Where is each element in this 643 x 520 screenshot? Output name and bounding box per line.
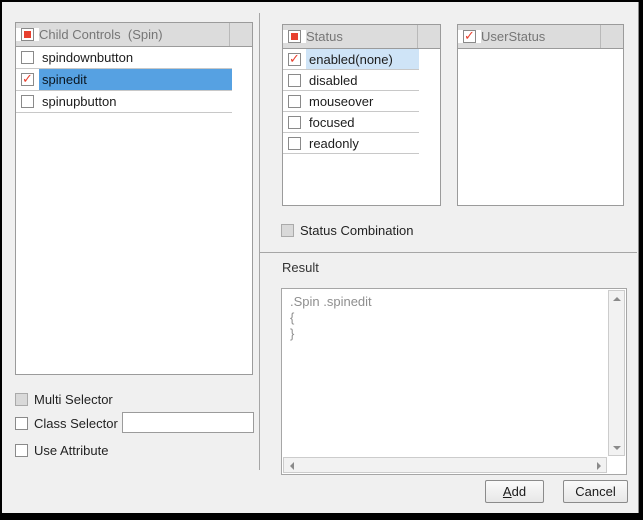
scrollbar-up-button[interactable]	[609, 291, 624, 306]
section-divider-vertical	[259, 13, 260, 470]
child-controls-title: Child Controls (Spin)	[39, 27, 163, 42]
scroll-right-icon	[597, 462, 601, 470]
checkbox-unchecked-icon[interactable]	[288, 137, 301, 150]
list-item-spinupbutton[interactable]: spinupbutton	[16, 91, 232, 113]
userstatus-title: UserStatus	[481, 29, 545, 44]
result-label: Result	[282, 260, 319, 275]
status-header[interactable]: Status	[283, 25, 440, 49]
checkbox-disabled-icon	[281, 224, 294, 237]
checkbox-disabled-icon	[15, 393, 28, 406]
checkbox-cell	[283, 133, 306, 153]
cancel-button-label: Cancel	[575, 484, 615, 499]
header-divider	[417, 25, 418, 48]
use-attribute-label: Use Attribute	[34, 443, 108, 458]
checkbox-cell	[283, 91, 306, 111]
list-item-label: spinedit	[39, 69, 232, 90]
list-item-label: focused	[306, 112, 419, 132]
result-output-box[interactable]: .Spin .spinedit { }	[281, 288, 627, 475]
list-item-mouseover[interactable]: mouseover	[283, 91, 419, 112]
scroll-up-icon	[613, 297, 621, 301]
section-divider-horizontal	[259, 252, 637, 253]
class-selector-label: Class Selector	[34, 416, 118, 431]
add-button-label: Add	[503, 484, 526, 499]
child-controls-list: Child Controls (Spin) spindownbutton spi…	[15, 22, 253, 375]
scrollbar-left-button[interactable]	[284, 458, 299, 473]
header-divider	[229, 23, 230, 46]
checkbox-indeterminate-icon[interactable]	[288, 30, 301, 43]
status-combination-option[interactable]: Status Combination	[281, 223, 413, 238]
cancel-button[interactable]: Cancel	[563, 480, 628, 503]
checkbox-cell	[283, 70, 306, 90]
checkbox-cell	[283, 49, 306, 69]
status-header-checkbox-cell	[283, 30, 306, 43]
list-item-disabled[interactable]: disabled	[283, 70, 419, 91]
multi-selector-option[interactable]: Multi Selector	[15, 392, 113, 407]
checkbox-cell	[16, 47, 39, 68]
list-item-label: spinupbutton	[39, 91, 232, 112]
list-item-label: spindownbutton	[39, 47, 232, 68]
child-controls-header-checkbox-cell	[16, 28, 39, 41]
list-item-focused[interactable]: focused	[283, 112, 419, 133]
list-item-label: enabled(none)	[306, 49, 419, 69]
list-item-label: mouseover	[306, 91, 419, 111]
result-css-text: .Spin .spinedit { }	[282, 289, 607, 456]
result-horizontal-scrollbar[interactable]	[283, 457, 607, 473]
checkbox-unchecked-icon[interactable]	[21, 95, 34, 108]
checkbox-checked-icon[interactable]	[463, 30, 476, 43]
child-controls-header[interactable]: Child Controls (Spin)	[16, 23, 252, 47]
list-item-spinedit[interactable]: spinedit	[16, 69, 232, 91]
userstatus-list: UserStatus	[457, 24, 624, 206]
status-title: Status	[306, 29, 343, 44]
checkbox-cell	[16, 69, 39, 90]
checkbox-unchecked-icon[interactable]	[288, 95, 301, 108]
checkbox-unchecked-icon[interactable]	[288, 116, 301, 129]
class-selector-input[interactable]	[122, 412, 254, 433]
checkbox-unchecked-icon[interactable]	[15, 417, 28, 430]
list-item-enabled-none[interactable]: enabled(none)	[283, 49, 419, 70]
checkbox-checked-icon[interactable]	[21, 73, 34, 86]
header-divider	[600, 25, 601, 48]
list-item-label: disabled	[306, 70, 419, 90]
selector-builder-dialog: Child Controls (Spin) spindownbutton spi…	[2, 2, 639, 513]
checkbox-unchecked-icon[interactable]	[288, 74, 301, 87]
userstatus-header-checkbox-cell	[458, 30, 481, 43]
dialog-window: Child Controls (Spin) spindownbutton spi…	[0, 0, 643, 520]
result-vertical-scrollbar[interactable]	[608, 290, 625, 456]
use-attribute-option[interactable]: Use Attribute	[15, 443, 108, 458]
checkbox-checked-icon[interactable]	[288, 53, 301, 66]
checkbox-indeterminate-icon[interactable]	[21, 28, 34, 41]
list-item-readonly[interactable]: readonly	[283, 133, 419, 154]
userstatus-header[interactable]: UserStatus	[458, 25, 623, 49]
status-combination-label: Status Combination	[300, 223, 413, 238]
checkbox-cell	[16, 91, 39, 112]
add-button[interactable]: Add	[485, 480, 544, 503]
scrollbar-down-button[interactable]	[609, 440, 624, 455]
list-item-label: readonly	[306, 133, 419, 153]
multi-selector-label: Multi Selector	[34, 392, 113, 407]
scrollbar-right-button[interactable]	[591, 458, 606, 473]
checkbox-unchecked-icon[interactable]	[15, 444, 28, 457]
list-item-spindownbutton[interactable]: spindownbutton	[16, 47, 232, 69]
scroll-down-icon	[613, 446, 621, 450]
checkbox-cell	[283, 112, 306, 132]
checkbox-unchecked-icon[interactable]	[21, 51, 34, 64]
class-selector-option[interactable]: Class Selector	[15, 416, 118, 431]
scroll-left-icon	[290, 462, 294, 470]
status-list: Status enabled(none) disabled mouseove	[282, 24, 441, 206]
